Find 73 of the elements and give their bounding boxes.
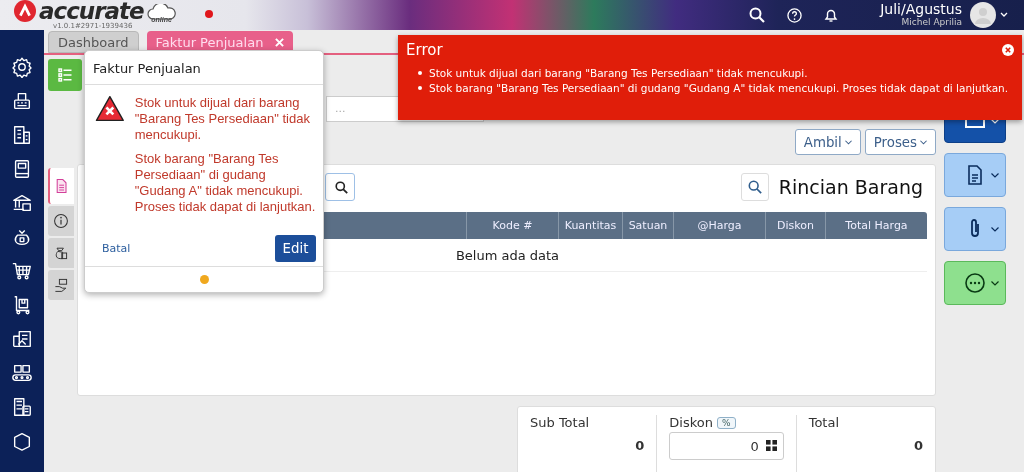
search-icon bbox=[335, 180, 348, 194]
chevron-down-icon bbox=[991, 280, 999, 286]
progress-dot bbox=[199, 275, 209, 284]
side-tab[interactable] bbox=[48, 238, 74, 268]
document-icon bbox=[54, 178, 70, 194]
search-icon bbox=[747, 180, 762, 194]
search-icon[interactable] bbox=[749, 7, 766, 23]
side-tab[interactable] bbox=[48, 168, 74, 204]
bank-icon[interactable] bbox=[11, 192, 33, 214]
subtotal-label: Sub Total bbox=[530, 415, 591, 430]
logo-icon bbox=[14, 0, 36, 22]
bell-icon[interactable] bbox=[824, 7, 839, 23]
column-header[interactable]: Kuantitas bbox=[558, 212, 622, 239]
discount-label: Diskon bbox=[669, 415, 713, 430]
edit-button[interactable]: Edit bbox=[275, 235, 316, 262]
more-button[interactable] bbox=[944, 261, 1006, 305]
calculator-icon[interactable] bbox=[765, 440, 777, 451]
dropdown-button[interactable]: Proses bbox=[864, 129, 936, 155]
error-message: Stok untuk dijual dari barang "Barang Tes Persediaan" tidak mencukupi. bbox=[429, 67, 808, 79]
tab[interactable]: Dashboard bbox=[48, 31, 139, 53]
document-button[interactable] bbox=[944, 153, 1006, 197]
side-tab[interactable] bbox=[48, 270, 74, 300]
total-value: 0 bbox=[912, 438, 923, 453]
bullet bbox=[418, 86, 422, 90]
warehouse-icon[interactable] bbox=[11, 328, 33, 350]
user-name: Michel Aprilia bbox=[901, 17, 962, 28]
dialog-title: Faktur Penjualan bbox=[85, 51, 323, 85]
cart-icon[interactable] bbox=[11, 260, 33, 282]
fax-machine-icon[interactable] bbox=[11, 90, 33, 112]
close-icon[interactable] bbox=[275, 37, 285, 47]
conveyor-icon[interactable] bbox=[11, 362, 33, 384]
logo-text: accurate bbox=[39, 0, 144, 22]
warning-icon bbox=[95, 95, 125, 122]
error-message: Stok barang "Barang Tes Persediaan" di gudang "Gudang A" tidak mencukupi. Proses tidak dapat di lanjutkan. bbox=[429, 82, 1009, 94]
error-message: Stok untuk dijual dari barang "Barang Tes Persediaan" tidak mencukupi. bbox=[134, 95, 311, 143]
column-header[interactable]: @Harga bbox=[673, 212, 765, 239]
cancel-link[interactable]: Batal bbox=[102, 242, 131, 255]
chevron-down-icon bbox=[920, 139, 927, 145]
search-button[interactable] bbox=[740, 173, 769, 201]
discount-field[interactable]: 0 bbox=[669, 432, 784, 460]
error-message: Stok barang "Barang Tes Persediaan" di gudang "Gudang A" tidak mencukupi. Proses tidak dapat di lanjutkan. bbox=[134, 151, 317, 215]
column-header[interactable]: Kode # bbox=[466, 212, 558, 239]
search-field[interactable] bbox=[325, 173, 355, 201]
empty-message: Belum ada data bbox=[455, 247, 560, 263]
more-icon bbox=[963, 271, 987, 295]
info-icon bbox=[53, 213, 69, 229]
tax-document-icon[interactable] bbox=[11, 396, 33, 418]
gear-icon[interactable] bbox=[11, 56, 33, 78]
building-icon[interactable] bbox=[11, 124, 33, 146]
tab[interactable]: Faktur Penjualan bbox=[146, 31, 294, 53]
period-text: Juli/Agustus bbox=[880, 2, 962, 17]
subtotal-value: 0 bbox=[634, 438, 645, 453]
side-tab[interactable] bbox=[48, 206, 74, 236]
cash-hand-icon bbox=[53, 277, 69, 293]
list-icon bbox=[58, 68, 72, 82]
column-header[interactable]: Total Harga bbox=[825, 212, 927, 239]
section-title: Rincian Barang bbox=[778, 176, 923, 198]
help-icon[interactable] bbox=[787, 7, 803, 23]
dropdown-button[interactable]: Ambil bbox=[794, 129, 861, 155]
toast-title: Error bbox=[406, 41, 443, 59]
column-header[interactable]: Diskon bbox=[765, 212, 825, 239]
list-view-button[interactable] bbox=[48, 59, 82, 91]
chevron-down-icon bbox=[844, 139, 852, 145]
cloud-icon bbox=[146, 4, 177, 20]
avatar-icon[interactable] bbox=[970, 2, 1010, 28]
column-header[interactable]: Satuan bbox=[622, 212, 673, 239]
percent-toggle[interactable]: % bbox=[717, 416, 736, 429]
chevron-down-icon bbox=[991, 172, 999, 178]
chevron-down-icon bbox=[991, 226, 999, 232]
close-icon[interactable] bbox=[1002, 44, 1014, 56]
total-label: Total bbox=[808, 415, 841, 430]
attachment-button[interactable] bbox=[944, 207, 1006, 251]
bullet bbox=[418, 71, 422, 75]
